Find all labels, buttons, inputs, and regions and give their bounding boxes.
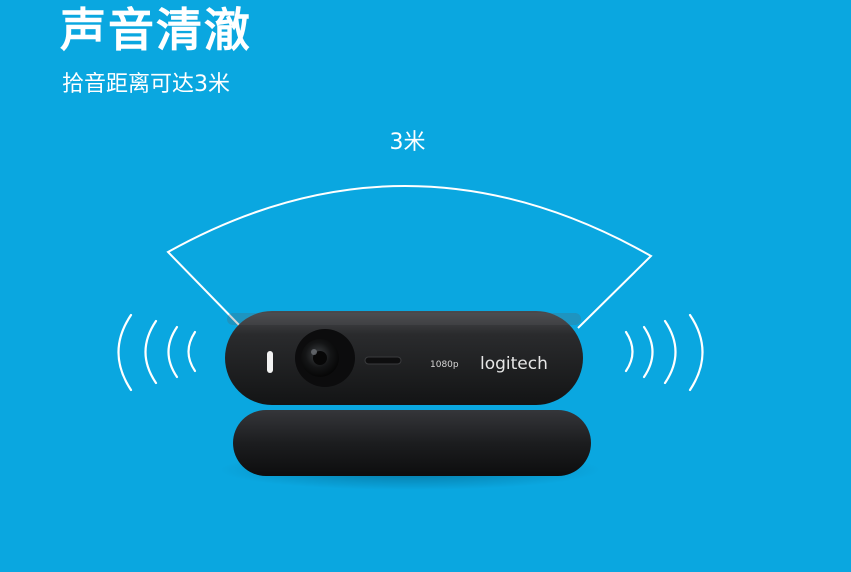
product-feature-page: { "heading": { "title": "声音清澈", "subtitl… <box>0 0 851 572</box>
status-light-icon <box>267 351 273 373</box>
pickup-range-arc <box>166 185 653 329</box>
brand-logo: logitech <box>480 354 548 374</box>
camera-lens-icon <box>295 329 355 387</box>
webcam-illustration: 1080p logitech <box>117 185 704 490</box>
webcam-base <box>233 410 591 476</box>
right-sound-waves-icon <box>624 313 704 392</box>
resolution-label: 1080p <box>430 360 459 370</box>
microphone-slot-icon <box>364 356 402 365</box>
left-sound-waves-icon <box>117 313 197 392</box>
